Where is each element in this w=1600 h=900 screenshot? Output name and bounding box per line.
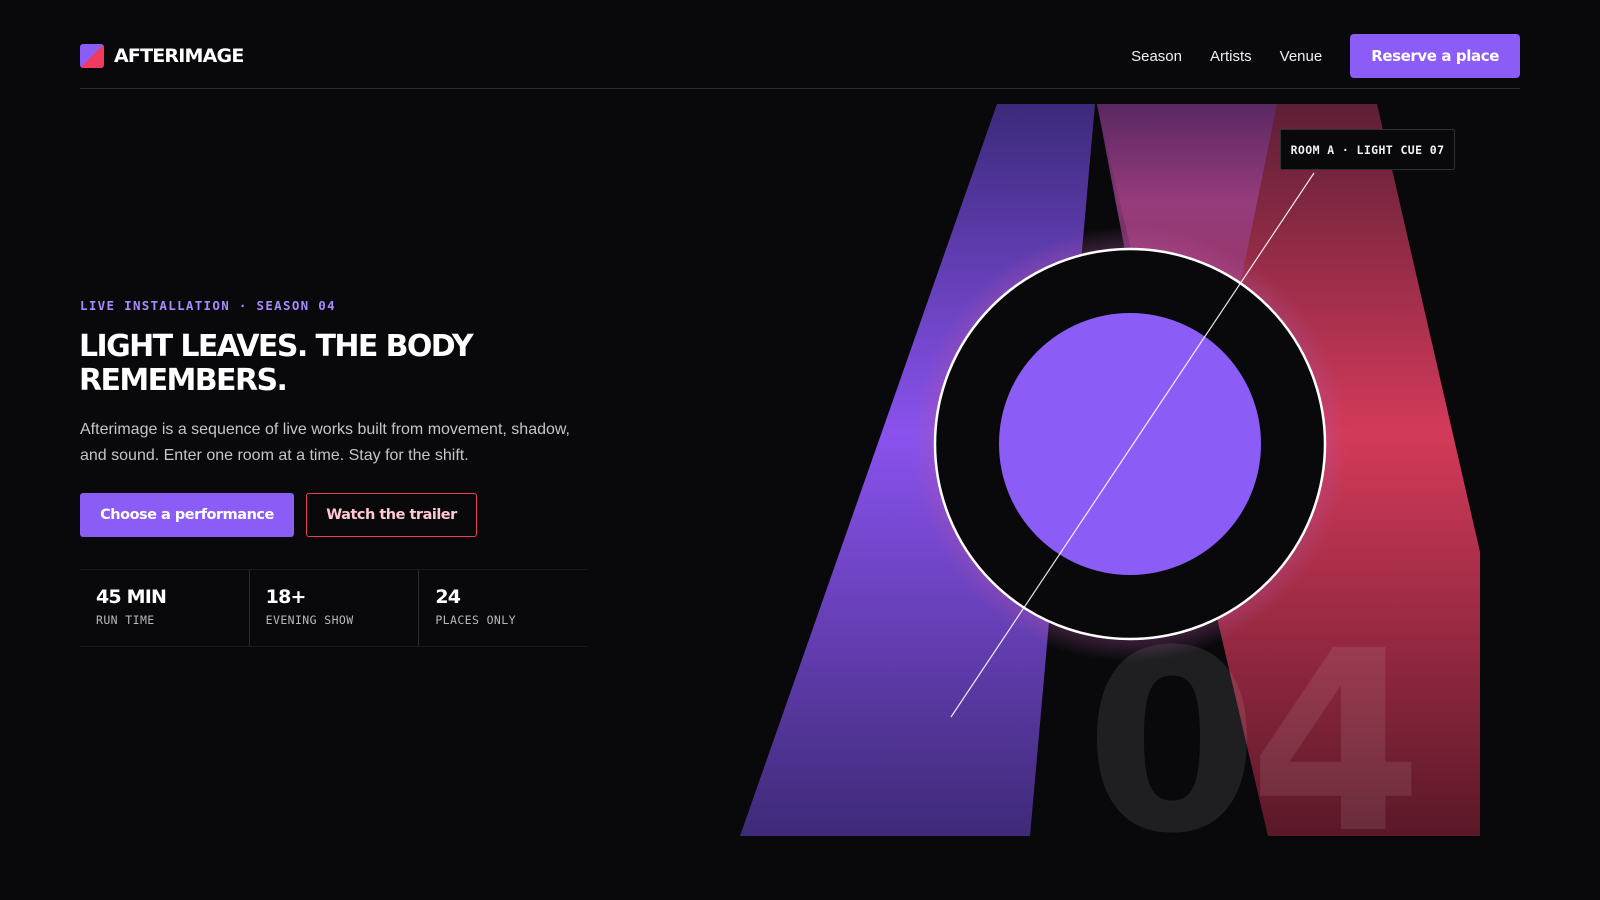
top-nav: AFTERIMAGE Season Artists Venue Reserve … <box>80 34 1520 89</box>
stat-value: 24 <box>435 586 461 608</box>
stat-value: 45 MIN <box>96 586 167 608</box>
season-number-watermark: 04 <box>1085 597 1413 836</box>
inner-disc <box>999 313 1261 575</box>
reserve-place-button[interactable]: Reserve a place <box>1350 34 1520 78</box>
hero-eyebrow: LIVE INSTALLATION · SEASON 04 <box>80 298 336 313</box>
stat-label: RUN TIME <box>96 613 155 627</box>
artwork-svg: 04 <box>740 104 1480 836</box>
hero-description: Afterimage is a sequence of live works b… <box>80 421 570 464</box>
brand-name: AFTERIMAGE <box>114 45 244 67</box>
watch-trailer-button[interactable]: Watch the trailer <box>306 493 477 537</box>
stat-label: EVENING SHOW <box>265 613 354 627</box>
nav-link-season[interactable]: Season <box>1131 48 1182 65</box>
stat-label: PLACES ONLY <box>435 613 516 627</box>
stat-value: 18+ <box>265 586 307 608</box>
stat-places: 24 PLACES ONLY <box>418 570 588 646</box>
nav-link-artists[interactable]: Artists <box>1210 48 1252 65</box>
nav-links: Season Artists Venue Reserve a place <box>1103 34 1520 78</box>
afterimage-logo-icon <box>80 44 104 68</box>
stat-evening-show: 18+ EVENING SHOW <box>248 570 419 646</box>
hero-headline: LIGHT LEAVES. THE BODY REMEMBERS. <box>79 329 474 398</box>
choose-performance-button[interactable]: Choose a performance <box>80 493 294 537</box>
brand-logo[interactable]: AFTERIMAGE <box>80 44 244 68</box>
hero-artwork: 04 <box>740 104 1480 836</box>
stats-row: 45 MIN RUN TIME 18+ EVENING SHOW 24 PLAC… <box>80 569 588 647</box>
light-cue-label: ROOM A · LIGHT CUE 07 <box>1280 129 1455 170</box>
stat-run-time: 45 MIN RUN TIME <box>80 570 249 646</box>
nav-link-venue[interactable]: Venue <box>1280 48 1323 65</box>
